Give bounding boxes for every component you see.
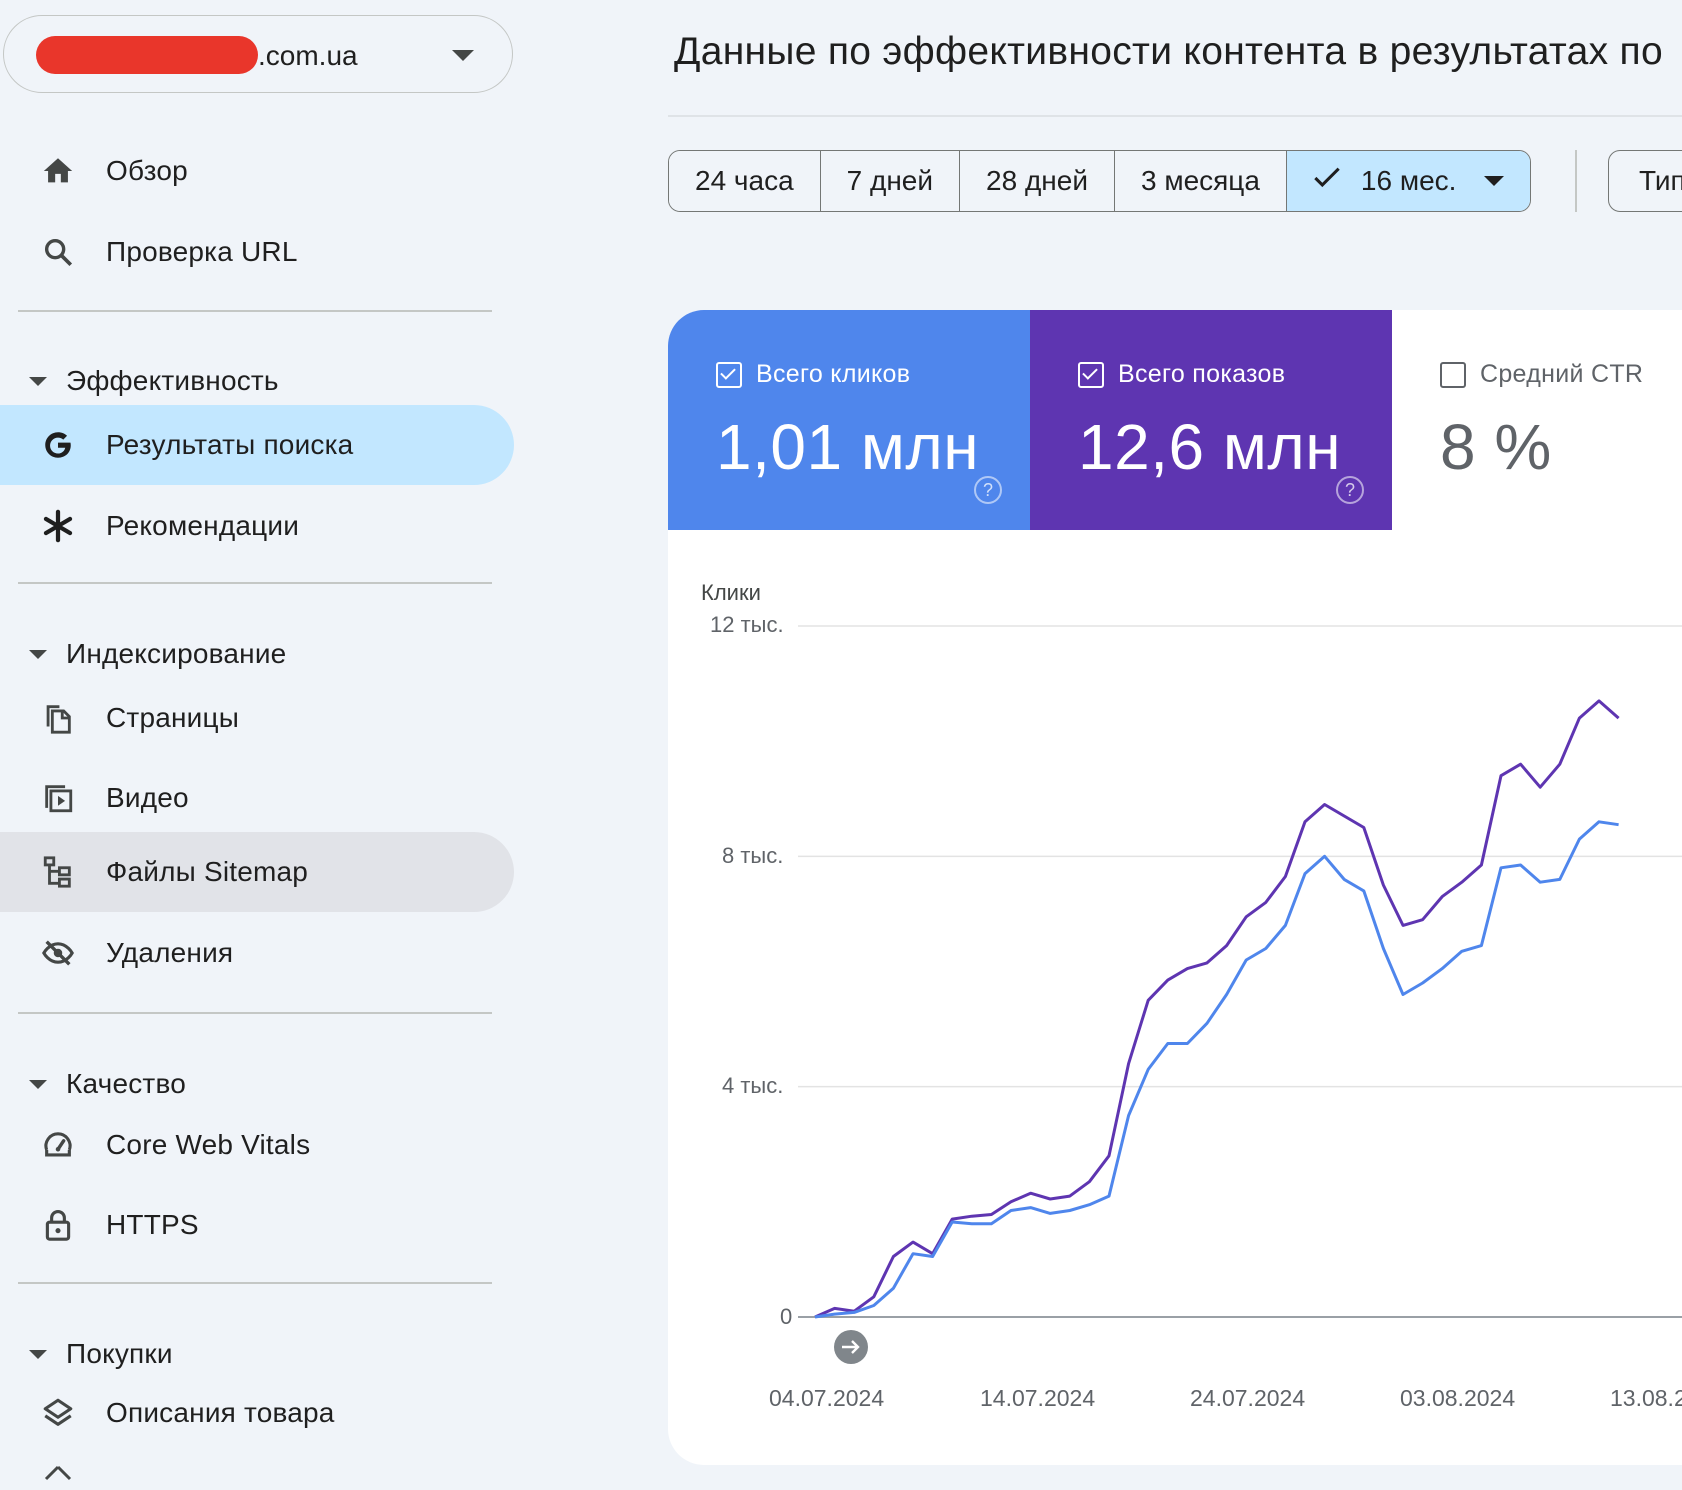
- section-title: Эффективность: [66, 365, 279, 396]
- sidebar-item-label: Проверка URL: [106, 236, 298, 267]
- toolbar-separator: [1575, 150, 1577, 212]
- sidebar-item-label: Удаления: [106, 937, 234, 968]
- sidebar-item-label: Видео: [106, 782, 189, 813]
- redacted-domain: [36, 36, 258, 74]
- partial-next-icon: [44, 1465, 72, 1485]
- annotation-marker-icon[interactable]: [834, 1330, 868, 1364]
- divider: [18, 582, 492, 584]
- sidebar-item-label: HTTPS: [106, 1209, 199, 1240]
- sidebar-item-pages[interactable]: Страницы: [0, 678, 514, 758]
- google-g-icon: [40, 427, 76, 463]
- date-range-selector: 24 часа 7 дней 28 дней 3 месяца 16 мес.: [668, 150, 1532, 212]
- sidebar-item-label: Рекомендации: [106, 510, 300, 541]
- sidebar-item-label: Файлы Sitemap: [106, 856, 309, 887]
- sidebar-item-product-snippets[interactable]: Описания товара: [0, 1373, 514, 1453]
- sidebar-item-label: Результаты поиска: [106, 429, 354, 460]
- caret-down-icon: [29, 1350, 47, 1359]
- check-icon: [1313, 164, 1341, 198]
- date-chip-16m[interactable]: 16 мес.: [1286, 151, 1531, 211]
- sidebar-item-overview[interactable]: Обзор: [0, 131, 514, 211]
- clicks-impressions-chart: [798, 625, 1682, 1364]
- divider: [18, 310, 492, 312]
- performance-card: Всего кликов 1,01 млн ? Всего показов 12…: [668, 310, 1682, 1465]
- title-divider: [668, 115, 1682, 117]
- lock-icon: [40, 1207, 76, 1243]
- property-domain-suffix: .com.ua: [258, 40, 358, 71]
- sidebar-item-sitemaps[interactable]: Файлы Sitemap: [0, 832, 514, 912]
- search-icon: [40, 234, 76, 270]
- asterisk-icon: [40, 508, 76, 544]
- section-title: Качество: [66, 1068, 186, 1099]
- search-type-filter[interactable]: Тип: [1608, 150, 1682, 212]
- sidebar-item-https[interactable]: HTTPS: [0, 1185, 514, 1265]
- property-selector[interactable]: .com.ua: [3, 15, 513, 93]
- pages-icon: [40, 700, 76, 736]
- search-type-filter-label: Тип: [1639, 165, 1682, 196]
- dropdown-arrow-icon: [1484, 176, 1505, 186]
- sitemap-icon: [40, 854, 76, 890]
- sidebar-item-video[interactable]: Видео: [0, 758, 514, 838]
- sidebar-item-label: Страницы: [106, 702, 240, 733]
- sidebar-item-url-inspection[interactable]: Проверка URL: [0, 212, 514, 292]
- layers-icon: [40, 1395, 76, 1431]
- sidebar-item-label: Описания товара: [106, 1397, 335, 1428]
- sidebar-item-label: Обзор: [106, 155, 188, 186]
- caret-down-icon: [29, 1080, 47, 1089]
- date-chip-28d[interactable]: 28 дней: [960, 151, 1115, 211]
- page-title: Данные по эффективности контента в резул…: [674, 30, 1663, 73]
- sidebar-item-label: Core Web Vitals: [106, 1129, 311, 1160]
- gauge-icon: [40, 1127, 76, 1163]
- date-chip-24h[interactable]: 24 часа: [669, 151, 821, 211]
- sidebar-item-search-results[interactable]: Результаты поиска: [0, 405, 514, 485]
- divider: [18, 1012, 492, 1014]
- date-chip-label: 16 мес.: [1360, 165, 1457, 196]
- caret-down-icon: [29, 650, 47, 659]
- sidebar-item-recommendations[interactable]: Рекомендации: [0, 486, 514, 566]
- divider: [18, 1282, 492, 1284]
- sidebar-item-core-web-vitals[interactable]: Core Web Vitals: [0, 1105, 514, 1185]
- video-icon: [40, 780, 76, 816]
- eye-off-icon: [40, 935, 76, 971]
- section-title: Покупки: [66, 1338, 173, 1369]
- caret-down-icon: [29, 377, 47, 386]
- sidebar-item-removals[interactable]: Удаления: [0, 913, 514, 993]
- chevron-down-icon: [452, 50, 474, 61]
- section-title: Индексирование: [66, 638, 287, 669]
- date-chip-7d[interactable]: 7 дней: [820, 151, 961, 211]
- clicks-series-line: [814, 820, 1619, 1319]
- home-icon: [40, 153, 76, 189]
- sidebar: .com.ua Обзор Проверка URL Эффективность…: [0, 0, 520, 1482]
- date-chip-3m[interactable]: 3 месяца: [1114, 151, 1287, 211]
